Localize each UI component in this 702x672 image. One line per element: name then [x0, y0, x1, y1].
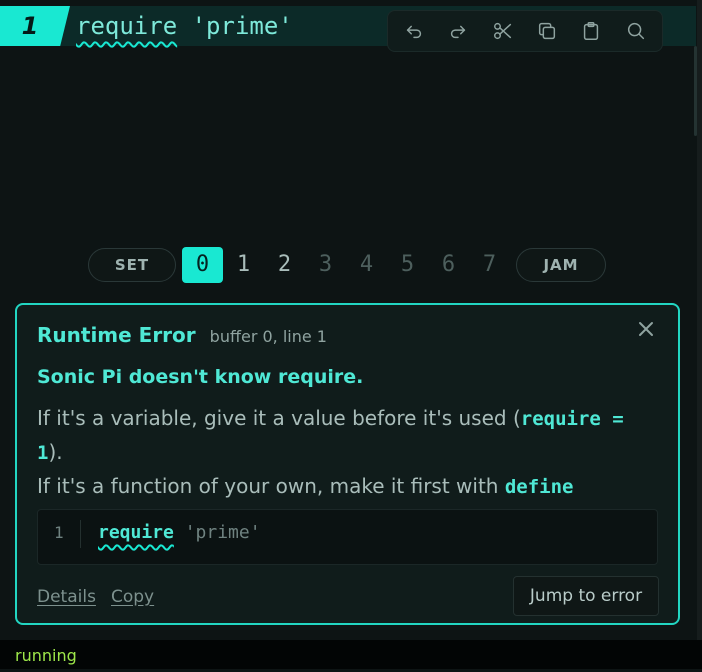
- status-bar: running: [0, 640, 702, 669]
- buffer-tab-2[interactable]: 2: [264, 247, 305, 283]
- buffer-tab-5[interactable]: 5: [387, 247, 428, 283]
- error-header: Runtime Error buffer 0, line 1: [37, 323, 327, 347]
- line-number: 1: [0, 6, 70, 46]
- buffer-tab-1[interactable]: 1: [223, 247, 264, 283]
- buffer-tab-0[interactable]: 0: [182, 247, 223, 283]
- snippet-divider: [80, 520, 81, 548]
- code-snippet: 1 require 'prime': [37, 509, 658, 565]
- error-body-text: If it's a function of your own, make it …: [37, 474, 505, 498]
- error-body-text: If it's a variable, give it a value befo…: [37, 406, 521, 430]
- code-keyword: require: [76, 12, 178, 40]
- snippet-code: require 'prime': [98, 510, 261, 564]
- window-edge: [697, 0, 702, 669]
- runtime-error-panel: Runtime Error buffer 0, line 1 Sonic Pi …: [15, 303, 680, 625]
- code-string: 'prime': [191, 12, 293, 40]
- code-editor[interactable]: 1 require 'prime': [0, 0, 702, 240]
- cut-icon: [493, 22, 511, 40]
- snippet-keyword: require: [98, 522, 174, 543]
- copy-icon: [539, 22, 556, 40]
- search-button[interactable]: [620, 15, 652, 47]
- snippet-string: 'prime': [184, 522, 261, 543]
- undo-button[interactable]: [398, 15, 430, 47]
- buffer-tab-4[interactable]: 4: [346, 247, 387, 283]
- error-headline: Sonic Pi doesn't know require.: [37, 366, 364, 388]
- close-button[interactable]: [636, 319, 656, 339]
- copy-link[interactable]: Copy: [111, 587, 154, 607]
- search-icon: [627, 22, 644, 40]
- error-body-text: ).: [48, 440, 63, 464]
- error-title: Runtime Error: [37, 323, 196, 347]
- jump-to-error-button[interactable]: Jump to error: [513, 576, 659, 616]
- details-link[interactable]: Details: [37, 587, 96, 607]
- close-icon: [639, 322, 653, 336]
- snippet-line-number: 1: [54, 523, 64, 542]
- buffer-tabs: 0 1 2 3 4 5 6 7: [182, 247, 510, 283]
- code-text[interactable]: require 'prime': [76, 6, 293, 46]
- error-location: buffer 0, line 1: [209, 327, 327, 346]
- status-text: running: [15, 646, 77, 665]
- copy-button[interactable]: [531, 15, 563, 47]
- redo-button[interactable]: [442, 15, 474, 47]
- buffer-tab-6[interactable]: 6: [428, 247, 469, 283]
- buffer-selector: SET 0 1 2 3 4 5 6 7 JAM: [88, 246, 606, 284]
- paste-icon: [584, 22, 599, 40]
- jam-button[interactable]: JAM: [516, 248, 606, 282]
- buffer-tab-3[interactable]: 3: [305, 247, 346, 283]
- buffer-tab-7[interactable]: 7: [469, 247, 510, 283]
- cut-button[interactable]: [487, 15, 519, 47]
- undo-icon: [407, 25, 422, 39]
- set-button[interactable]: SET: [88, 248, 176, 282]
- editor-toolbar: [387, 10, 663, 52]
- redo-icon: [451, 25, 466, 39]
- paste-button[interactable]: [575, 15, 607, 47]
